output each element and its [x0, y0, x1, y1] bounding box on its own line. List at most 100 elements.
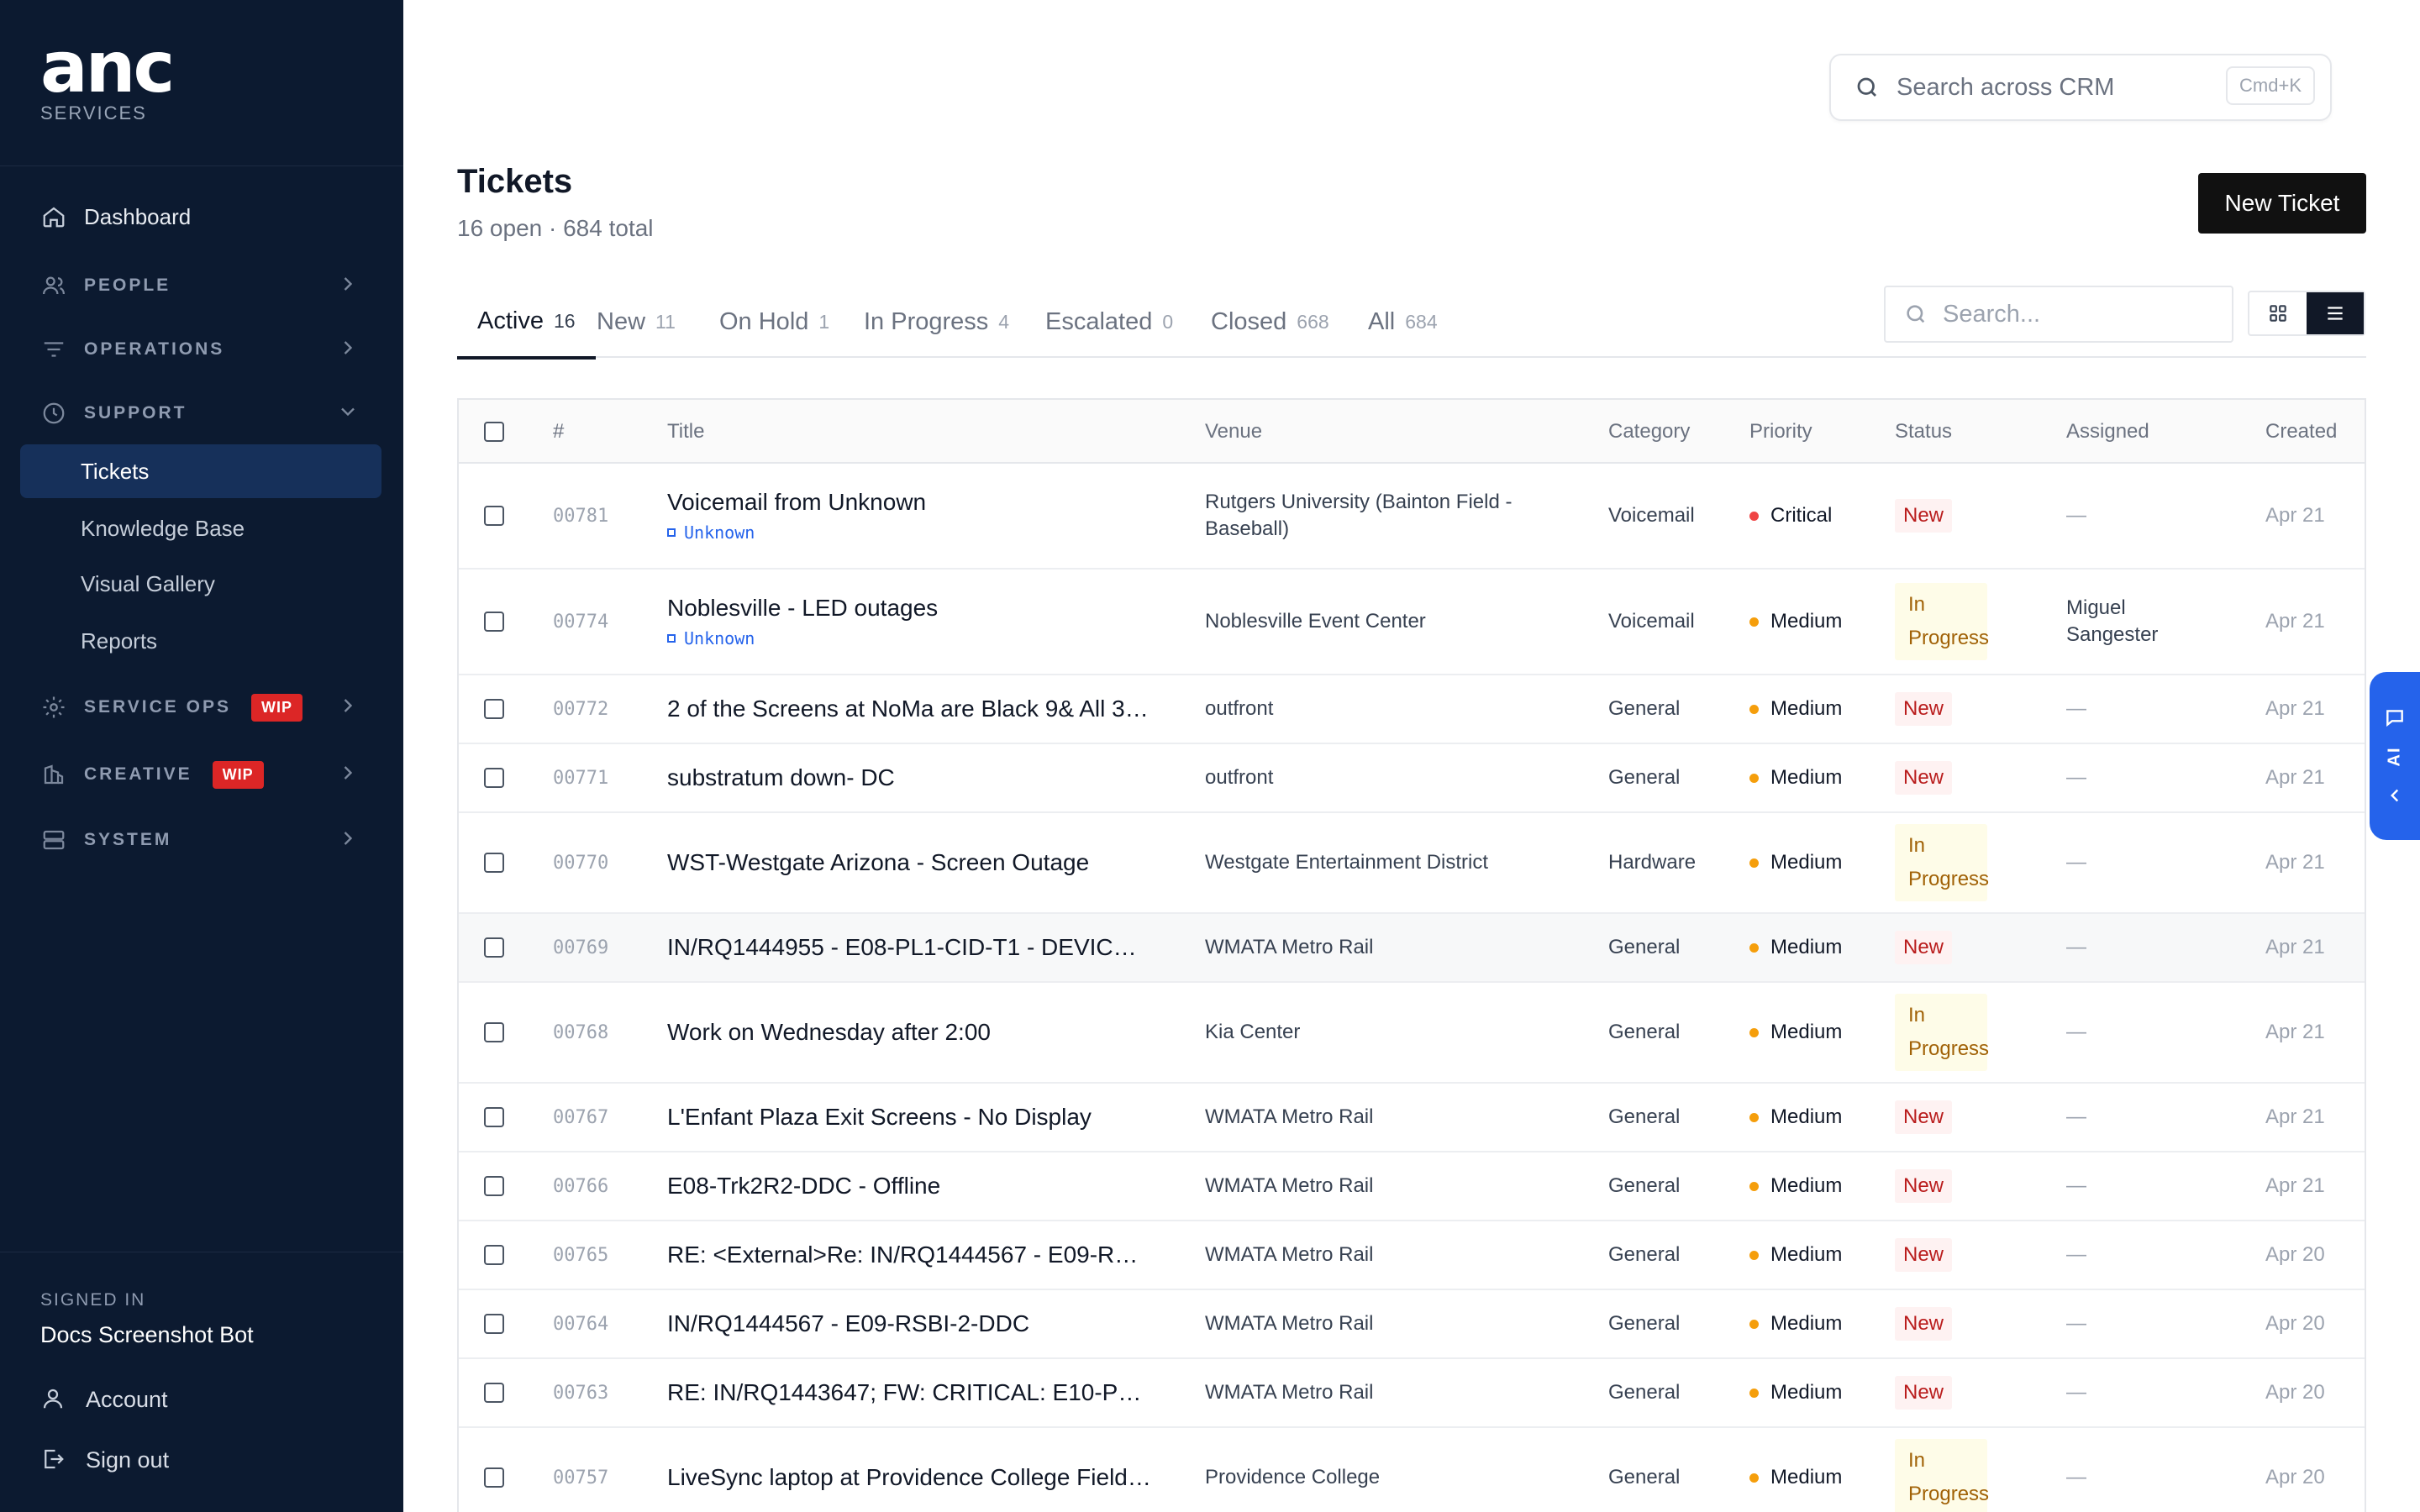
- ticket-title[interactable]: WST-Westgate Arizona - Screen Outage: [667, 849, 1089, 876]
- created-cell: Apr 21: [2265, 570, 2325, 674]
- created-cell: Apr 20: [2265, 1428, 2325, 1512]
- table-row[interactable]: 00765 RE: <External>Re: IN/RQ1444567 - E…: [459, 1221, 2365, 1290]
- account-link[interactable]: Account: [40, 1386, 168, 1413]
- ai-assistant-tab[interactable]: AI: [2370, 672, 2420, 840]
- ticket-title-cell: Voicemail from Unknown Unknown: [667, 464, 926, 568]
- signed-in-label: SIGNED IN: [40, 1290, 146, 1310]
- priority-cell: Medium: [1749, 1221, 1842, 1289]
- row-checkbox[interactable]: [484, 1176, 504, 1196]
- status-badge: In Progress: [1895, 1439, 1989, 1512]
- global-search-input[interactable]: Search across CRM Cmd+K: [1829, 54, 2332, 121]
- ticket-title[interactable]: 2 of the Screens at NoMa are Black 9& Al…: [667, 696, 1149, 722]
- sidebar-section-creative[interactable]: CREATIVE WIP: [40, 749, 363, 800]
- column-header-status[interactable]: Status: [1895, 400, 1952, 464]
- table-row[interactable]: 00781 Voicemail from Unknown Unknown Rutg…: [459, 464, 2365, 570]
- sidebar-item-visual-gallery[interactable]: Visual Gallery: [20, 557, 381, 611]
- list-view-button[interactable]: [2307, 292, 2364, 334]
- created-date: Apr 21: [2265, 1105, 2325, 1128]
- ticket-title[interactable]: Voicemail from Unknown: [667, 489, 926, 516]
- table-search-input[interactable]: Search...: [1884, 286, 2233, 343]
- row-checkbox[interactable]: [484, 1022, 504, 1042]
- sidebar-item-dashboard[interactable]: Dashboard: [40, 192, 363, 242]
- table-row[interactable]: 00768 Work on Wednesday after 2:00 Kia C…: [459, 983, 2365, 1084]
- account-label: Account: [86, 1386, 168, 1412]
- sidebar-section-label: SUPPORT: [84, 403, 187, 423]
- select-all-checkbox[interactable]: [484, 422, 504, 442]
- table-row[interactable]: 00771 substratum down- DC outfront Gener…: [459, 744, 2365, 813]
- tab-all[interactable]: All 684: [1368, 286, 1438, 358]
- priority-label: Medium: [1770, 1381, 1843, 1404]
- category: General: [1608, 1021, 1681, 1043]
- search-icon: [1907, 305, 1925, 323]
- created-date: Apr 20: [2265, 1381, 2325, 1404]
- sidebar-item-knowledge-base[interactable]: Knowledge Base: [20, 501, 381, 555]
- ticket-contact[interactable]: Unknown: [667, 628, 938, 648]
- category: Voicemail: [1608, 504, 1695, 527]
- column-header-assigned[interactable]: Assigned: [2066, 400, 2149, 464]
- ticket-title[interactable]: Work on Wednesday after 2:00: [667, 1019, 991, 1046]
- ticket-id-cell: 00764: [553, 1290, 608, 1357]
- column-header-created[interactable]: Created: [2265, 400, 2337, 464]
- category-cell: General: [1608, 1221, 1680, 1289]
- column-header-id[interactable]: #: [553, 400, 564, 464]
- view-toggle: [2248, 291, 2365, 336]
- column-header-priority[interactable]: Priority: [1749, 400, 1812, 464]
- row-checkbox[interactable]: [484, 1245, 504, 1265]
- grid-view-button[interactable]: [2249, 292, 2307, 334]
- column-header-title[interactable]: Title: [667, 400, 704, 464]
- row-checkbox[interactable]: [484, 506, 504, 526]
- tab-escalated[interactable]: Escalated 0: [1045, 286, 1173, 358]
- tab-active[interactable]: Active 16: [457, 286, 596, 360]
- row-checkbox[interactable]: [484, 768, 504, 788]
- ticket-title[interactable]: substratum down- DC: [667, 764, 895, 791]
- sidebar-item-reports[interactable]: Reports: [20, 614, 381, 668]
- ticket-title[interactable]: IN/RQ1444955 - E08-PL1-CID-T1 - DEVIC…: [667, 934, 1137, 961]
- sidebar-section-system[interactable]: SYSTEM: [40, 815, 363, 865]
- assigned-empty: —: [2066, 936, 2086, 958]
- ticket-title[interactable]: RE: <External>Re: IN/RQ1444567 - E09-R…: [667, 1242, 1138, 1268]
- column-header-venue[interactable]: Venue: [1205, 400, 1262, 464]
- created-cell: Apr 21: [2265, 1084, 2325, 1151]
- sidebar-section-operations[interactable]: OPERATIONS: [40, 324, 363, 375]
- tab-closed[interactable]: Closed 668: [1211, 286, 1329, 358]
- row-checkbox[interactable]: [484, 853, 504, 873]
- table-row[interactable]: 00772 2 of the Screens at NoMa are Black…: [459, 675, 2365, 744]
- ticket-title[interactable]: E08-Trk2R2-DDC - Offline: [667, 1173, 940, 1200]
- sidebar-section-people[interactable]: PEOPLE: [40, 260, 363, 311]
- table-row[interactable]: 00757 LiveSync laptop at Providence Coll…: [459, 1428, 2365, 1512]
- ticket-contact[interactable]: Unknown: [667, 522, 926, 543]
- row-checkbox[interactable]: [484, 1314, 504, 1334]
- sidebar-section-support[interactable]: SUPPORT: [40, 388, 363, 438]
- row-checkbox[interactable]: [484, 1107, 504, 1127]
- table-row[interactable]: 00769 IN/RQ1444955 - E08-PL1-CID-T1 - DE…: [459, 914, 2365, 983]
- table-body: 00781 Voicemail from Unknown Unknown Rutg…: [459, 464, 2365, 1512]
- sign-out-link[interactable]: Sign out: [40, 1446, 169, 1473]
- brand[interactable]: anc SERVICES: [40, 32, 175, 124]
- ticket-id: 00757: [553, 1467, 609, 1488]
- table-row[interactable]: 00767 L'Enfant Plaza Exit Screens - No D…: [459, 1084, 2365, 1152]
- table-row[interactable]: 00764 IN/RQ1444567 - E09-RSBI-2-DDC WMAT…: [459, 1290, 2365, 1359]
- column-header-category[interactable]: Category: [1608, 400, 1690, 464]
- table-row[interactable]: 00763 RE: IN/RQ1443647; FW: CRITICAL: E1…: [459, 1359, 2365, 1428]
- ticket-title[interactable]: IN/RQ1444567 - E09-RSBI-2-DDC: [667, 1310, 1029, 1337]
- ticket-title[interactable]: L'Enfant Plaza Exit Screens - No Display: [667, 1104, 1092, 1131]
- row-checkbox[interactable]: [484, 1467, 504, 1488]
- new-ticket-button[interactable]: New Ticket: [2198, 173, 2366, 234]
- priority-cell: Medium: [1749, 1359, 1842, 1426]
- ticket-title[interactable]: RE: IN/RQ1443647; FW: CRITICAL: E10-P…: [667, 1379, 1141, 1406]
- row-checkbox[interactable]: [484, 1383, 504, 1403]
- table-row[interactable]: 00770 WST-Westgate Arizona - Screen Outa…: [459, 813, 2365, 914]
- table-row[interactable]: 00774 Noblesville - LED outages Unknown N…: [459, 570, 2365, 675]
- row-checkbox[interactable]: [484, 699, 504, 719]
- tab-on-hold[interactable]: On Hold 1: [719, 286, 829, 358]
- page-title: Tickets: [457, 163, 573, 200]
- ticket-title[interactable]: LiveSync laptop at Providence College Fi…: [667, 1464, 1151, 1491]
- table-row[interactable]: 00766 E08-Trk2R2-DDC - Offline WMATA Met…: [459, 1152, 2365, 1221]
- row-checkbox[interactable]: [484, 612, 504, 632]
- sidebar-section-service-ops[interactable]: SERVICE OPS WIP: [40, 682, 363, 732]
- sidebar-item-tickets[interactable]: Tickets: [20, 444, 381, 498]
- tab-in-progress[interactable]: In Progress 4: [864, 286, 1009, 358]
- row-checkbox[interactable]: [484, 937, 504, 958]
- ticket-title[interactable]: Noblesville - LED outages: [667, 595, 938, 622]
- tab-new[interactable]: New 11: [597, 286, 676, 358]
